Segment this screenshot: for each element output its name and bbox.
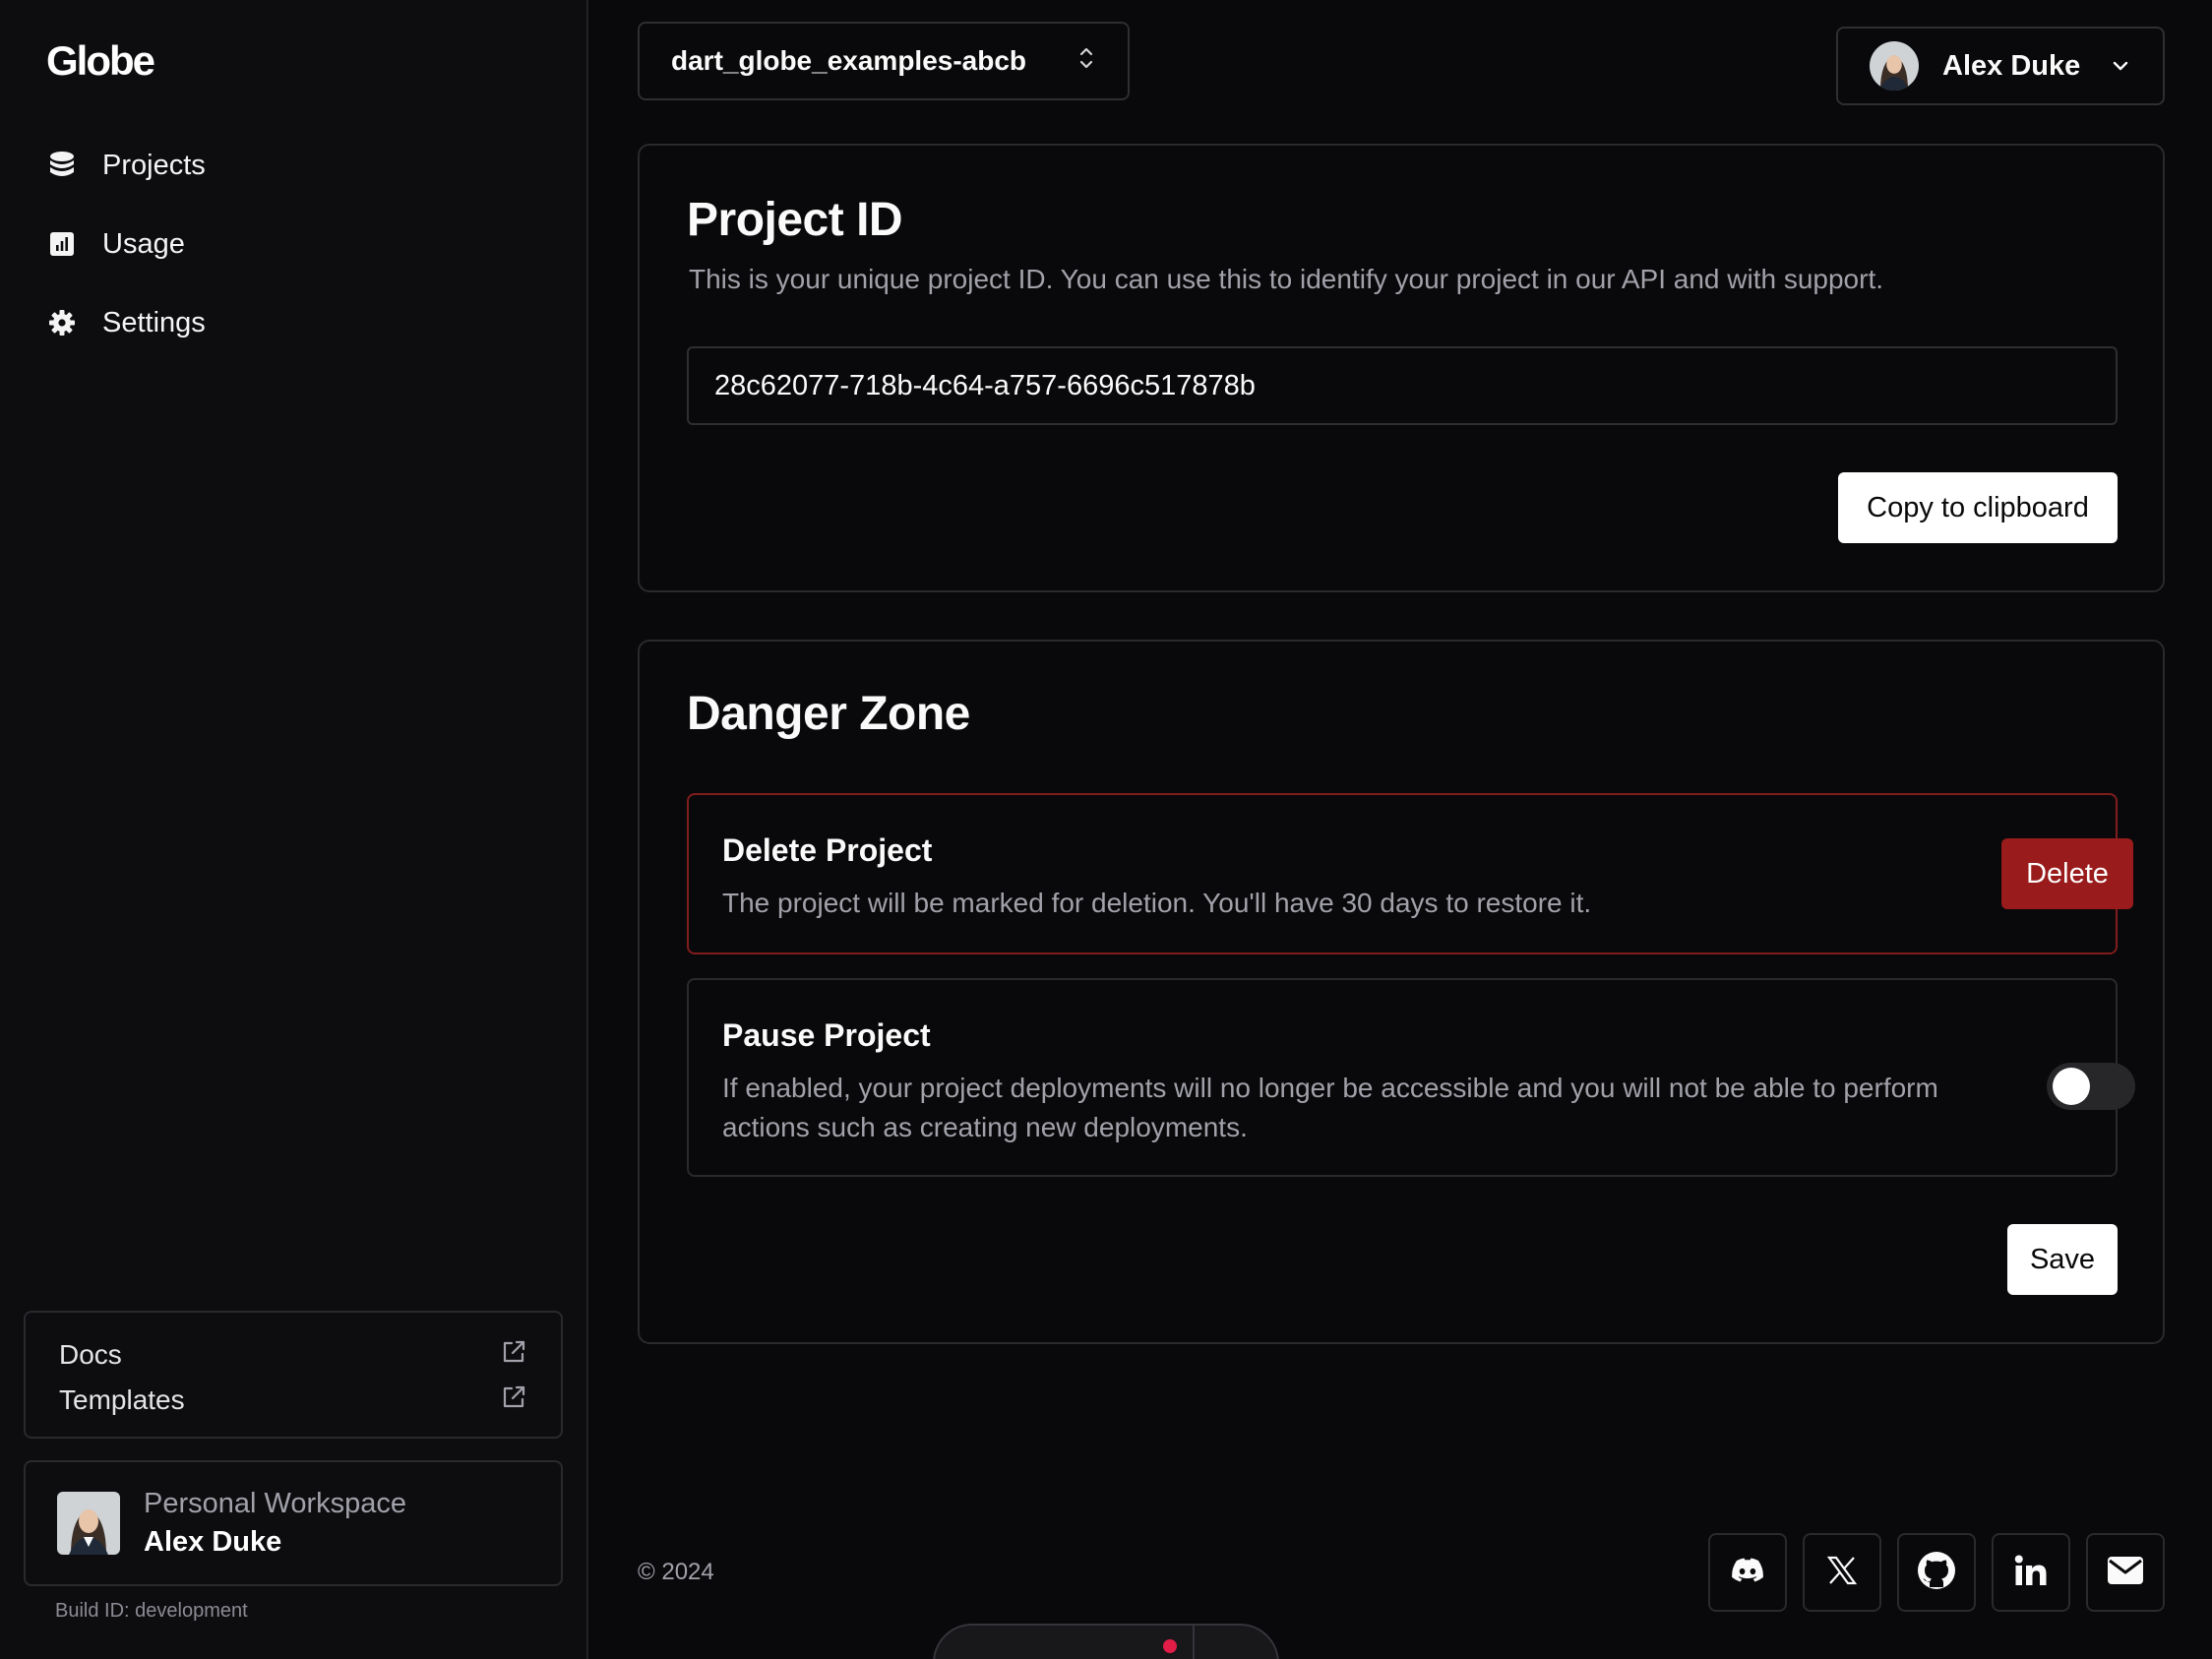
sidebar-item-label: Usage (102, 227, 185, 260)
docs-link-label: Docs (59, 1339, 122, 1370)
card-title: Project ID (687, 194, 903, 246)
card-description: This is your unique project ID. You can … (689, 264, 1884, 294)
email-link[interactable] (2086, 1533, 2165, 1612)
pause-project-toggle[interactable] (2047, 1063, 2135, 1110)
pause-project-description: If enabled, your project deployments wil… (722, 1073, 1938, 1142)
card-title: Danger Zone (687, 688, 970, 740)
external-link-icon (500, 1338, 527, 1373)
workspace-info: Personal Workspace Alex Duke (144, 1488, 406, 1559)
github-icon (1917, 1551, 1956, 1595)
resource-links: Docs Templates (24, 1311, 563, 1439)
chevron-up-down-icon (1076, 44, 1096, 79)
user-name: Alex Duke (1942, 49, 2081, 82)
sidebar: Globe Projects Usage Settings Docs Templ… (0, 0, 588, 1659)
linkedin-link[interactable] (1992, 1533, 2070, 1612)
danger-zone-card: Danger Zone Delete Project The project w… (638, 640, 2165, 1344)
docs-link[interactable]: Docs (59, 1332, 527, 1378)
copy-to-clipboard-button[interactable]: Copy to clipboard (1838, 472, 2118, 543)
delete-project-description: The project will be marked for deletion.… (722, 888, 1592, 918)
linkedin-icon (2014, 1555, 2048, 1591)
project-id-card: Project ID This is your unique project I… (638, 144, 2165, 592)
social-links (1708, 1533, 2165, 1612)
templates-link[interactable]: Templates (59, 1378, 527, 1423)
project-selector-label: dart_globe_examples-abcb (671, 45, 1027, 76)
workspace-label: Personal Workspace (144, 1488, 407, 1519)
sidebar-nav: Projects Usage Settings (47, 138, 206, 350)
project-id-field[interactable] (687, 346, 2118, 425)
gear-icon (47, 308, 77, 338)
delete-project-row: Delete Project The project will be marke… (687, 793, 2133, 954)
save-button[interactable]: Save (2007, 1224, 2118, 1295)
project-selector[interactable]: dart_globe_examples-abcb (638, 22, 1130, 100)
chevron-down-icon (2110, 55, 2131, 77)
toggle-knob (2053, 1068, 2090, 1105)
copyright: © 2024 (638, 1559, 714, 1585)
toolbar-divider (1193, 1626, 1195, 1659)
app-root: Globe Projects Usage Settings Docs Templ… (0, 0, 2212, 1659)
github-link[interactable] (1897, 1533, 1976, 1612)
notification-dot (1163, 1639, 1177, 1653)
user-menu[interactable]: Alex Duke (1836, 27, 2165, 105)
sidebar-item-projects[interactable]: Projects (47, 138, 206, 193)
workspace-switcher[interactable]: Personal Workspace Alex Duke (24, 1460, 563, 1586)
sidebar-item-label: Projects (102, 149, 206, 181)
database-icon (47, 151, 77, 180)
external-link-icon (500, 1383, 527, 1418)
avatar (57, 1492, 120, 1555)
workspace-user-name: Alex Duke (144, 1526, 282, 1558)
delete-project-title: Delete Project (722, 832, 933, 868)
pause-project-title: Pause Project (722, 1017, 931, 1053)
pause-project-row: Pause Project If enabled, your project d… (687, 978, 2135, 1177)
bar-chart-icon (47, 229, 77, 259)
discord-link[interactable] (1708, 1533, 1787, 1612)
build-id: Build ID: development (55, 1600, 248, 1622)
sidebar-item-label: Settings (102, 306, 206, 338)
mail-icon (2107, 1556, 2144, 1590)
sidebar-item-usage[interactable]: Usage (47, 216, 206, 272)
x-link[interactable] (1803, 1533, 1881, 1612)
x-icon (1826, 1555, 1858, 1591)
avatar (1870, 41, 1919, 91)
globe-logo[interactable]: Globe (46, 37, 155, 85)
sidebar-item-settings[interactable]: Settings (47, 295, 206, 350)
templates-link-label: Templates (59, 1384, 185, 1415)
delete-button[interactable]: Delete (2001, 838, 2133, 909)
discord-icon (1731, 1558, 1764, 1588)
dev-toolbar[interactable] (933, 1624, 1279, 1659)
